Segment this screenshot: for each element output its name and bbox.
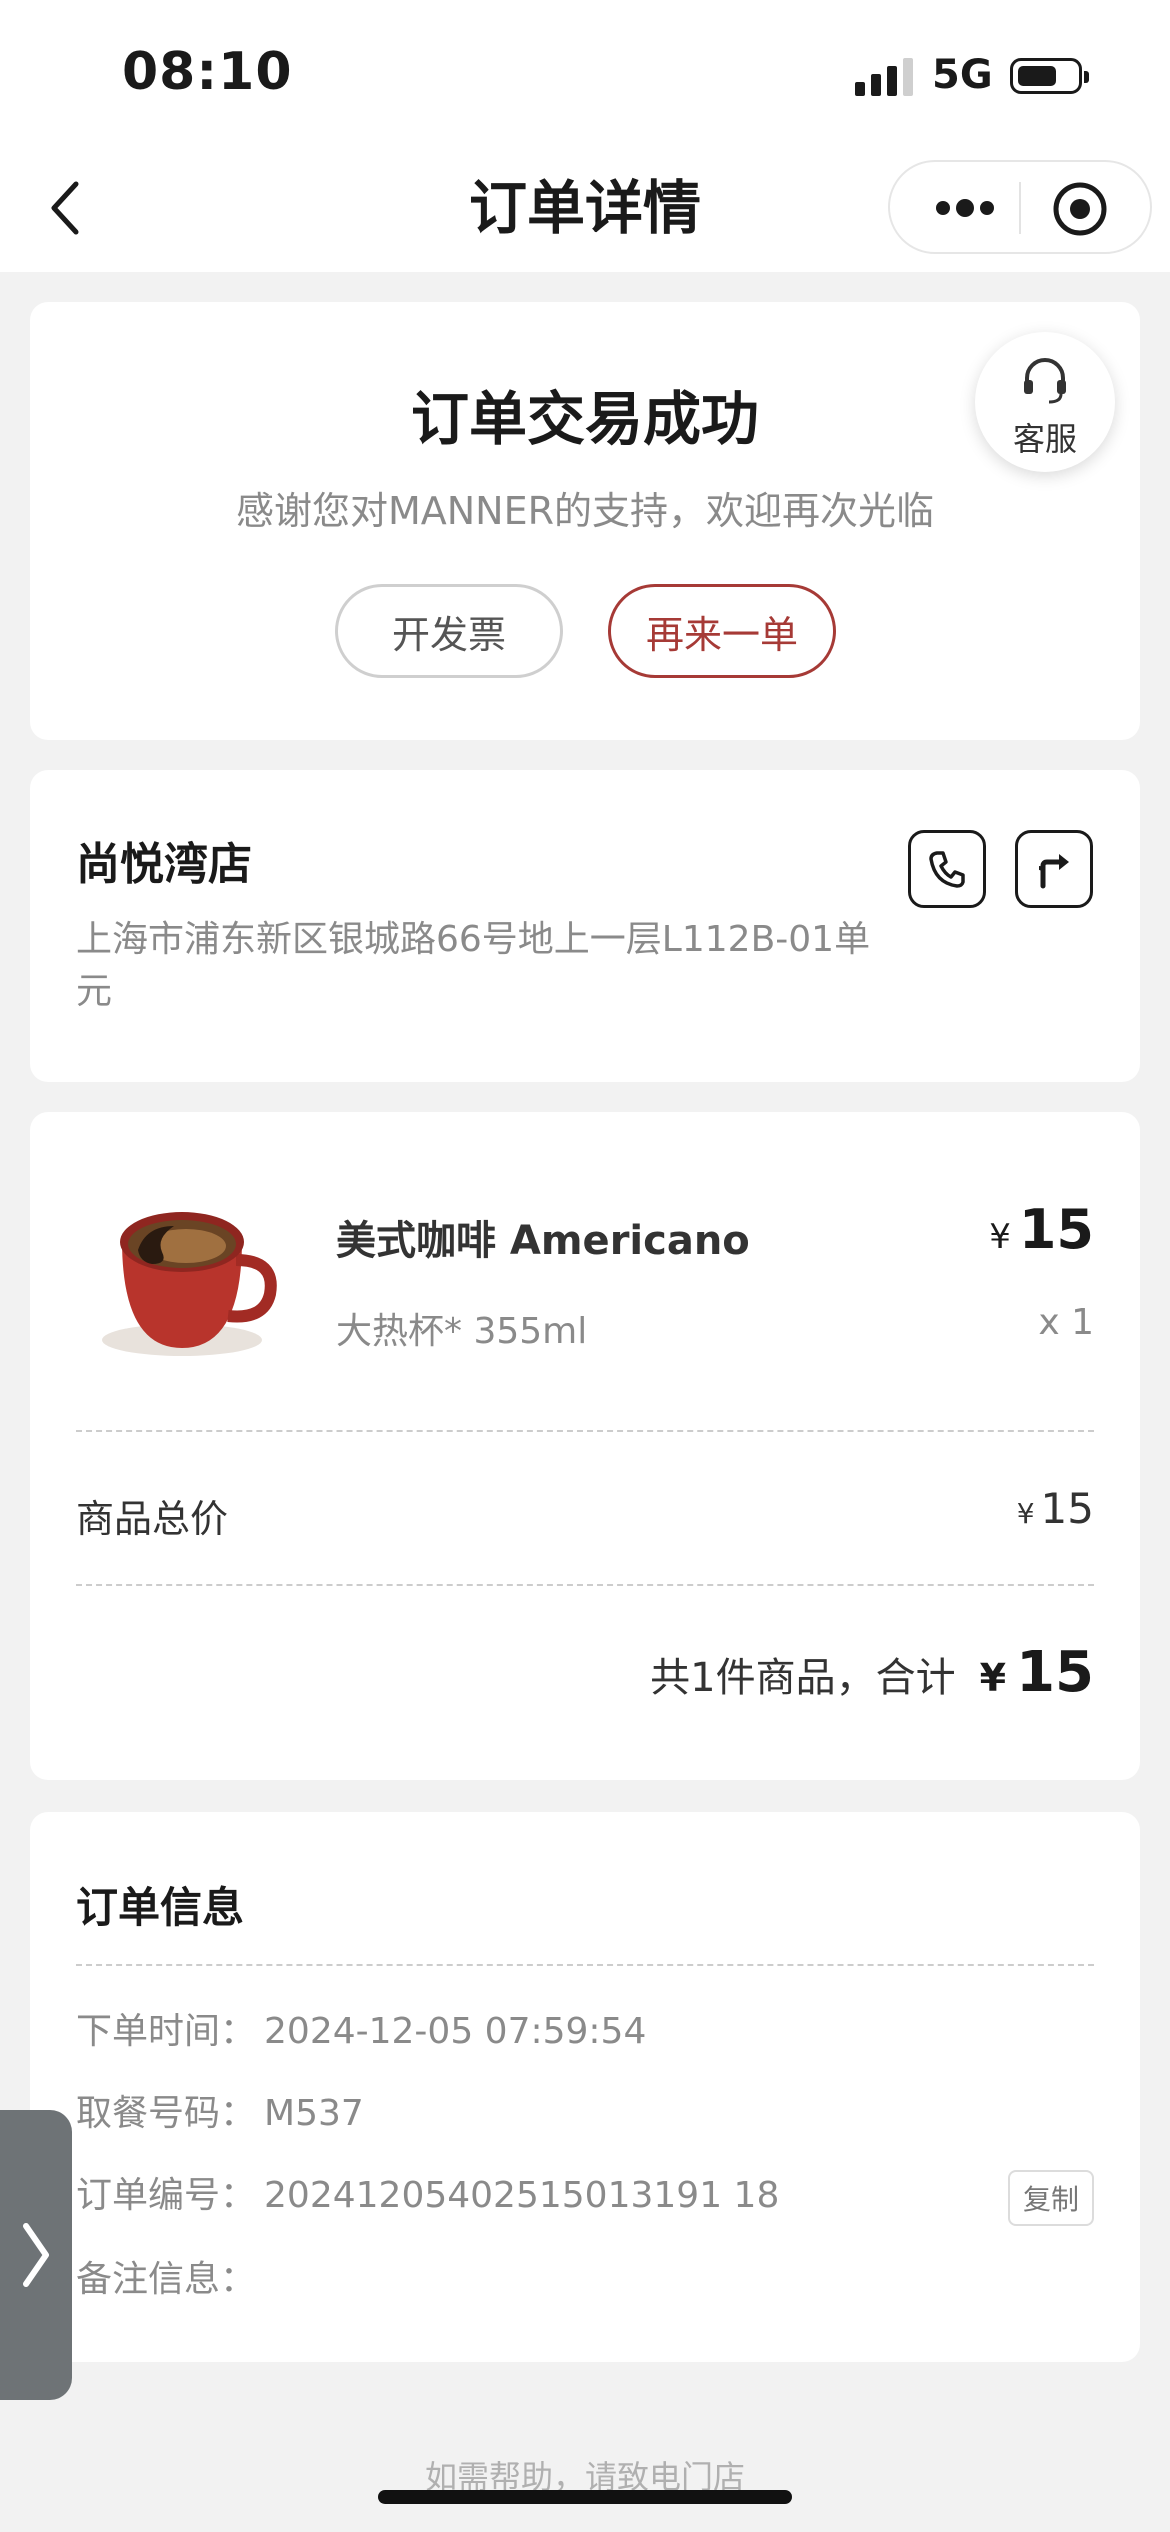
goods-total-value: ¥15 (1017, 1484, 1094, 1533)
divider (76, 1584, 1094, 1586)
more-dots-icon (936, 199, 994, 217)
order-info-title: 订单信息 (76, 1883, 245, 1932)
order-items-card: 美式咖啡 Americano ¥15 大热杯* 355ml x 1 商品总价 ¥… (30, 1112, 1140, 1780)
thanks-message: 感谢您对MANNER的支持，欢迎再次光临 (235, 489, 935, 533)
coffee-cup-image (102, 1212, 277, 1356)
home-indicator[interactable] (378, 2490, 792, 2504)
item-quantity: x 1 (1038, 1302, 1094, 1343)
order-time-value: 2024-12-05 07:59:54 (264, 2011, 647, 2052)
pickup-number-row: 取餐号码： M537 (76, 2084, 364, 2136)
call-store-button[interactable] (908, 830, 986, 908)
order-number-label: 订单编号： (76, 2175, 257, 2216)
goods-total-label: 商品总价 (76, 1497, 229, 1541)
divider (76, 1964, 1094, 1966)
signal-icon (855, 58, 913, 96)
remarks-row: 备注信息： (76, 2250, 264, 2302)
reorder-button[interactable]: 再来一单 (608, 584, 836, 678)
navigate-store-button[interactable] (1015, 830, 1093, 908)
battery-icon (1010, 58, 1089, 94)
order-time-row: 下单时间： 2024-12-05 07:59:54 (76, 2002, 646, 2054)
close-button[interactable] (1050, 179, 1110, 239)
store-address: 上海市浦东新区银城路66号地上一层L112B-01单元 (76, 919, 871, 1012)
order-number-row: 订单编号： 20241205402515013191 18 (76, 2166, 779, 2218)
order-status-card: 订单交易成功 感谢您对MANNER的支持，欢迎再次光临 开发票 再来一单 客服 (30, 302, 1140, 740)
pickup-number-label: 取餐号码： (76, 2093, 257, 2134)
goods-total-amount: 15 (1040, 1484, 1094, 1533)
order-info-card: 订单信息 下单时间： 2024-12-05 07:59:54 取餐号码： M537 … (30, 1812, 1140, 2362)
divider (76, 1430, 1094, 1432)
order-status-title: 订单交易成功 (410, 385, 759, 453)
customer-service-button[interactable]: 客服 (975, 332, 1115, 472)
pickup-number-value: M537 (264, 2093, 364, 2134)
item-price-value: 15 (1018, 1198, 1094, 1261)
grand-total: ¥15 (980, 1640, 1094, 1705)
remarks-label: 备注信息： (76, 2259, 257, 2300)
order-number-value: 20241205402515013191 18 (264, 2175, 780, 2216)
summary-text: 共1件商品，合计 (650, 1655, 956, 1701)
phone-icon (929, 851, 965, 888)
item-name: 美式咖啡 Americano (336, 1218, 750, 1264)
item-price: ¥15 (989, 1198, 1094, 1261)
item-spec: 大热杯* 355ml (336, 1311, 588, 1352)
currency-symbol: ¥ (979, 1656, 1007, 1700)
order-time-label: 下单时间： (76, 2011, 257, 2052)
grand-total-amount: 15 (1016, 1640, 1094, 1705)
currency-symbol: ¥ (989, 1217, 1011, 1257)
mini-program-capsule (888, 160, 1152, 254)
status-time: 08:10 (122, 42, 293, 102)
more-button[interactable] (930, 180, 1000, 236)
network-type: 5G (932, 52, 993, 98)
side-drawer-tab[interactable] (0, 2110, 72, 2400)
capsule-divider (1019, 182, 1021, 234)
store-name: 尚悦湾店 (76, 839, 252, 890)
store-card: 尚悦湾店 上海市浦东新区银城路66号地上一层L112B-01单元 (30, 770, 1140, 1082)
customer-service-label: 客服 (1012, 420, 1077, 458)
directions-icon (1038, 854, 1069, 889)
chevron-right-icon (23, 2223, 49, 2287)
copy-order-number-button[interactable]: 复制 (1008, 2170, 1094, 2226)
target-close-icon (1053, 182, 1107, 236)
invoice-button[interactable]: 开发票 (335, 584, 563, 678)
currency-symbol: ¥ (1016, 1497, 1035, 1530)
order-summary: 共1件商品，合计 ¥15 (650, 1640, 1094, 1705)
headset-icon (1024, 358, 1066, 404)
